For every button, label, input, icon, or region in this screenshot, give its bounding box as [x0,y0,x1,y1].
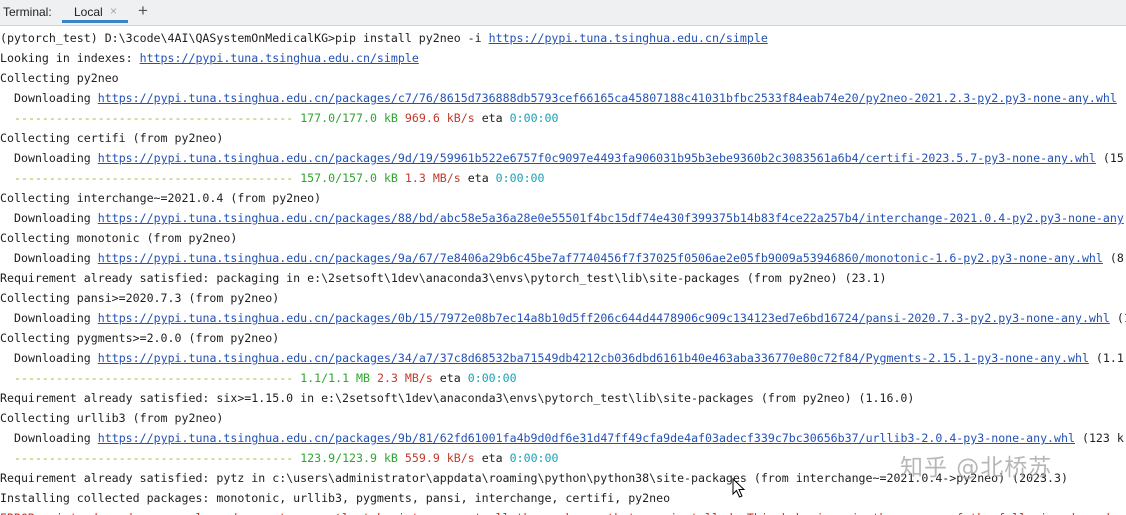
line-prefix: Downloading [14,151,98,165]
output-line: Collecting pansi>=2020.7.3 (from py2neo) [0,291,280,305]
terminal-label: Terminal: [3,5,52,19]
line-suffix: (8 [1102,251,1124,265]
url-link[interactable]: https://pypi.tuna.tsinghua.edu.cn/packag… [98,91,1117,105]
output-line: Installing collected packages: monotonic… [0,491,671,505]
eta-label: eta [474,451,510,465]
url-link[interactable]: https://pypi.tuna.tsinghua.edu.cn/packag… [98,431,1075,445]
output-line: Collecting pygments>=2.0.0 (from py2neo) [0,331,280,345]
terminal-tab-bar: Terminal: Local × + [0,0,1126,26]
progress-line: ----------------------------------------… [0,368,1126,388]
add-icon[interactable]: + [138,1,148,21]
command-line: (pytorch_test) D:\3code\4AI\QASystemOnMe… [0,28,1126,48]
download-line: Downloading https://pypi.tuna.tsinghua.e… [0,208,1126,228]
line-suffix: (123 k [1074,431,1124,445]
progress-bar: ---------------------------------------- [14,111,301,125]
command-line: Looking in indexes: https://pypi.tuna.ts… [0,48,1126,68]
url-link[interactable]: https://pypi.tuna.tsinghua.edu.cn/packag… [98,151,1096,165]
url-link[interactable]: https://pypi.tuna.tsinghua.edu.cn/simple [489,31,768,45]
terminal-output[interactable]: (pytorch_test) D:\3code\4AI\QASystemOnMe… [0,28,1126,515]
eta-value: 0:00:00 [509,111,559,125]
download-line: Downloading https://pypi.tuna.tsinghua.e… [0,308,1126,328]
output-line: Collecting monotonic (from py2neo) [0,231,238,245]
line-prefix: Looking in indexes: [0,51,140,65]
output-line: Requirement already satisfied: packaging… [0,271,887,285]
download-speed: 559.9 kB/s [404,451,475,465]
progress-bar: ---------------------------------------- [14,451,301,465]
eta-value: 0:00:00 [467,371,517,385]
watermark: 知乎 @北桥苏 [900,455,1053,481]
progress-line: ----------------------------------------… [0,108,1126,128]
output-line: Collecting certifi (from py2neo) [0,131,224,145]
progress-line: ----------------------------------------… [0,168,1126,188]
url-link[interactable]: https://pypi.tuna.tsinghua.edu.cn/packag… [98,311,1110,325]
line-prefix: Downloading [14,431,98,445]
progress-bar: ---------------------------------------- [14,371,301,385]
line-suffix: (1 [1116,311,1126,325]
line-prefix: (pytorch_test) D:\3code\4AI\QASystemOnMe… [0,31,489,45]
download-size: 123.9/123.9 kB [300,451,398,465]
line-prefix: Downloading [14,351,98,365]
download-line: Downloading https://pypi.tuna.tsinghua.e… [0,348,1126,368]
eta-value: 0:00:00 [509,451,559,465]
eta-label: eta [432,371,468,385]
download-size: 177.0/177.0 kB [300,111,398,125]
url-link[interactable]: https://pypi.tuna.tsinghua.edu.cn/packag… [98,251,1103,265]
download-line: Downloading https://pypi.tuna.tsinghua.e… [0,428,1126,448]
line-prefix: Downloading [14,91,98,105]
error-line: ERROR: pip's dependency resolver does no… [0,508,1126,515]
download-speed: 1.3 MB/s [404,171,461,185]
tab-local-label: Local [74,5,103,19]
download-speed: 2.3 MB/s [376,371,433,385]
url-link[interactable]: https://pypi.tuna.tsinghua.edu.cn/simple [140,51,419,65]
download-size: 157.0/157.0 kB [300,171,398,185]
eta-label: eta [460,171,496,185]
download-size: 1.1/1.1 MB [300,371,370,385]
url-link[interactable]: https://pypi.tuna.tsinghua.edu.cn/packag… [98,211,1124,225]
progress-bar: ---------------------------------------- [14,171,301,185]
output-line: Collecting urllib3 (from py2neo) [0,411,224,425]
close-icon[interactable]: × [110,4,117,18]
line-prefix: Downloading [14,311,98,325]
output-line: Requirement already satisfied: six>=1.15… [0,391,915,405]
tab-local[interactable]: Local × [62,0,128,23]
output-line: Collecting py2neo [0,71,119,85]
line-suffix: (1.1 [1088,351,1124,365]
eta-label: eta [474,111,510,125]
output-line: Collecting interchange~=2021.0.4 (from p… [0,191,322,205]
download-line: Downloading https://pypi.tuna.tsinghua.e… [0,148,1126,168]
eta-value: 0:00:00 [495,171,545,185]
line-prefix: Downloading [14,251,98,265]
mouse-pointer-icon [732,478,746,498]
download-line: Downloading https://pypi.tuna.tsinghua.e… [0,88,1126,108]
download-line: Downloading https://pypi.tuna.tsinghua.e… [0,248,1126,268]
line-suffix: (15 [1095,151,1124,165]
download-speed: 969.6 kB/s [404,111,475,125]
line-prefix: Downloading [14,211,98,225]
url-link[interactable]: https://pypi.tuna.tsinghua.edu.cn/packag… [98,351,1089,365]
